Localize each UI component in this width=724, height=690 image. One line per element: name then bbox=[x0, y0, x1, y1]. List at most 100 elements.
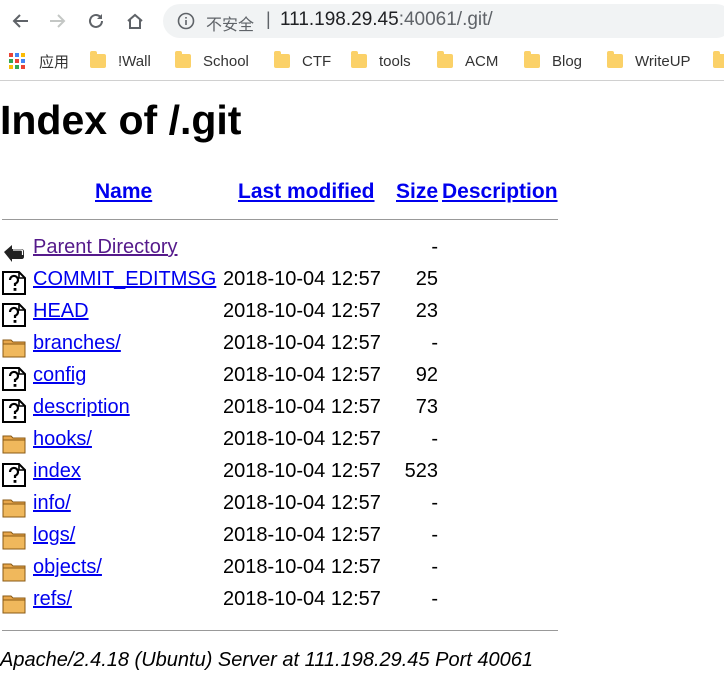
folder-icon[interactable] bbox=[2, 431, 26, 455]
home-icon bbox=[127, 13, 143, 29]
unknown-file-icon[interactable] bbox=[2, 463, 26, 487]
entry-modified: 2018-10-04 12:57 bbox=[223, 460, 381, 482]
entry-modified: 2018-10-04 12:57 bbox=[223, 492, 381, 514]
folder-icon bbox=[524, 51, 540, 68]
bookmark-tools[interactable]: tools bbox=[351, 50, 411, 72]
entry-size: - bbox=[431, 332, 438, 354]
folder-icon bbox=[713, 51, 724, 68]
entry-link[interactable]: objects/ bbox=[33, 556, 102, 579]
page-title: Index of /.git bbox=[0, 97, 242, 143]
column-header-size[interactable]: Size bbox=[396, 180, 438, 204]
table-row: HEAD 2018-10-04 12:57 23 bbox=[0, 300, 560, 332]
entry-modified: 2018-10-04 12:57 bbox=[223, 364, 381, 386]
bookmark-label: 应用 bbox=[39, 53, 70, 71]
bookmark-label: CTF bbox=[302, 52, 332, 70]
folder-icon[interactable] bbox=[2, 527, 26, 551]
table-row: branches/2018-10-04 12:57 - bbox=[0, 332, 560, 364]
bookmark-acm[interactable]: ACM bbox=[437, 50, 498, 72]
table-row: objects/2018-10-04 12:57 - bbox=[0, 556, 560, 588]
table-row: description 2018-10-04 12:57 73 bbox=[0, 396, 560, 428]
folder-icon[interactable] bbox=[2, 335, 26, 359]
bookmark-wall[interactable]: !Wall bbox=[90, 50, 151, 72]
entry-size: 523 bbox=[404, 460, 438, 482]
separator: | bbox=[266, 9, 271, 29]
info-icon[interactable] bbox=[177, 12, 195, 30]
entry-link[interactable]: description bbox=[33, 396, 130, 419]
url-host: 111.198.29.45 bbox=[280, 9, 399, 30]
entry-link[interactable]: config bbox=[33, 364, 86, 387]
column-header-last-modified[interactable]: Last modified bbox=[238, 180, 375, 204]
address-bar[interactable]: 不安全 | 111.198.29.45:40061/.git/ bbox=[163, 4, 724, 38]
home-button[interactable] bbox=[122, 8, 148, 34]
bookmark-label: WriteUP bbox=[635, 52, 691, 70]
entry-size: - bbox=[431, 556, 438, 578]
entry-modified: 2018-10-04 12:57 bbox=[223, 556, 381, 578]
entry-link[interactable]: Parent Directory bbox=[33, 236, 178, 259]
table-row: index 2018-10-04 12:57 523 bbox=[0, 460, 560, 492]
unknown-file-icon[interactable] bbox=[2, 271, 26, 295]
unknown-file-icon[interactable] bbox=[2, 303, 26, 327]
entry-modified: 2018-10-04 12:57 bbox=[223, 268, 381, 290]
back-button[interactable] bbox=[8, 8, 34, 34]
entry-link[interactable]: COMMIT_EDITMSG bbox=[33, 268, 216, 291]
entry-link[interactable]: branches/ bbox=[33, 332, 121, 355]
entry-size: - bbox=[431, 428, 438, 450]
entry-link[interactable]: info/ bbox=[33, 492, 71, 515]
security-label: 不安全 bbox=[206, 15, 255, 34]
table-row: info/2018-10-04 12:57 - bbox=[0, 492, 560, 524]
url-text[interactable]: 111.198.29.45:40061/.git/ bbox=[280, 9, 493, 31]
bookmark-writeup[interactable]: WriteUP bbox=[607, 50, 691, 72]
folder-icon bbox=[437, 51, 453, 68]
entry-size: - bbox=[431, 588, 438, 610]
folder-icon bbox=[351, 51, 367, 68]
folder-icon bbox=[274, 51, 290, 68]
table-row: Parent Directory - bbox=[0, 236, 560, 268]
entry-modified: 2018-10-04 12:57 bbox=[223, 332, 381, 354]
entry-size: 23 bbox=[415, 300, 438, 322]
entry-link[interactable]: hooks/ bbox=[33, 428, 92, 451]
entry-link[interactable]: refs/ bbox=[33, 588, 72, 611]
unknown-file-icon[interactable] bbox=[2, 399, 26, 423]
entry-modified: 2018-10-04 12:57 bbox=[223, 524, 381, 546]
entry-link[interactable]: index bbox=[33, 460, 81, 483]
table-row: config 2018-10-04 12:57 92 bbox=[0, 364, 560, 396]
forward-arrow-icon bbox=[50, 14, 66, 28]
entry-modified: 2018-10-04 12:57 bbox=[223, 396, 381, 418]
table-row: hooks/2018-10-04 12:57 - bbox=[0, 428, 560, 460]
reload-icon bbox=[89, 13, 103, 28]
server-signature: Apache/2.4.18 (Ubuntu) Server at 111.198… bbox=[0, 649, 533, 671]
divider bbox=[2, 219, 558, 220]
apps-grid-icon bbox=[9, 53, 25, 69]
bookmark-ctf[interactable]: CTF bbox=[274, 50, 331, 72]
column-header-description[interactable]: Description bbox=[442, 180, 558, 204]
unknown-file-icon[interactable] bbox=[2, 367, 26, 391]
entry-link[interactable]: logs/ bbox=[33, 524, 75, 547]
entry-size: 92 bbox=[415, 364, 438, 386]
bookmark-label: ACM bbox=[465, 52, 499, 70]
bookmark-blog[interactable]: Blog bbox=[524, 50, 582, 72]
entry-modified: 2018-10-04 12:57 bbox=[223, 588, 381, 610]
folder-icon[interactable] bbox=[2, 495, 26, 519]
bookmarks-bar: 应用 !Wall School CTF tools ACM Blog Write… bbox=[0, 42, 724, 81]
entry-modified: 2018-10-04 12:57 bbox=[223, 300, 381, 322]
folder-icon[interactable] bbox=[2, 559, 26, 583]
forward-button[interactable] bbox=[44, 8, 70, 34]
divider bbox=[2, 630, 558, 631]
bookmark-overflow[interactable] bbox=[713, 50, 724, 72]
bookmark-school[interactable]: School bbox=[175, 50, 249, 72]
back-arrow-icon[interactable] bbox=[2, 239, 26, 263]
folder-icon bbox=[90, 51, 106, 68]
browser-toolbar: 不安全 | 111.198.29.45:40061/.git/ bbox=[0, 0, 724, 42]
entry-link[interactable]: HEAD bbox=[33, 300, 89, 323]
entry-size: - bbox=[431, 236, 438, 258]
folder-icon[interactable] bbox=[2, 591, 26, 615]
table-row: COMMIT_EDITMSG 2018-10-04 12:57 25 bbox=[0, 268, 560, 300]
bookmark-apps[interactable]: 应用 bbox=[9, 50, 69, 72]
entry-size: 73 bbox=[415, 396, 438, 418]
bookmark-label: !Wall bbox=[118, 52, 151, 70]
column-header-name[interactable]: Name bbox=[95, 180, 152, 204]
entry-modified: 2018-10-04 12:57 bbox=[223, 428, 381, 450]
table-row: refs/2018-10-04 12:57 - bbox=[0, 588, 560, 620]
reload-button[interactable] bbox=[83, 8, 109, 34]
bookmark-label: School bbox=[203, 52, 249, 70]
